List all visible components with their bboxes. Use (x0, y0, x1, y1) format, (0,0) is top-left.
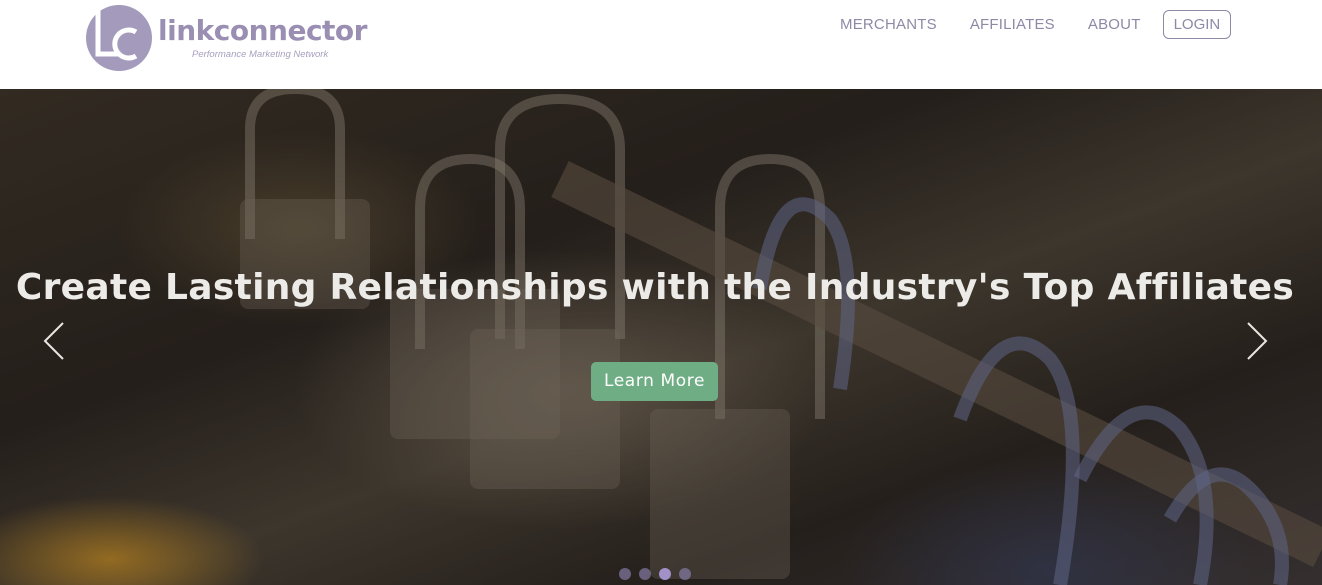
logo[interactable]: linkconnector Performance Marketing Netw… (84, 2, 367, 74)
carousel-dot-2[interactable] (639, 568, 651, 580)
chevron-right-icon[interactable] (1245, 321, 1269, 361)
carousel-dot-4[interactable] (679, 568, 691, 580)
carousel-dot-3[interactable] (659, 568, 671, 580)
nav-merchants[interactable]: MERCHANTS (840, 16, 937, 33)
logo-tagline: Performance Marketing Network (192, 49, 329, 60)
nav-affiliates[interactable]: AFFILIATES (970, 16, 1055, 33)
nav-about[interactable]: ABOUT (1088, 16, 1141, 33)
hero-overlay (0, 89, 1322, 585)
logo-monogram-icon (86, 5, 152, 71)
main-nav: MERCHANTS AFFILIATES ABOUT LOGIN (840, 10, 1232, 39)
carousel-dot-1[interactable] (619, 568, 631, 580)
chevron-left-icon[interactable] (42, 321, 66, 361)
login-button[interactable]: LOGIN (1162, 10, 1232, 39)
site-header: linkconnector Performance Marketing Netw… (0, 0, 1322, 89)
carousel-indicators (619, 568, 699, 580)
logo-wordmark: linkconnector (158, 14, 367, 47)
hero-headline: Create Lasting Relationships with the In… (15, 267, 1295, 308)
hero-carousel: Create Lasting Relationships with the In… (0, 89, 1322, 585)
learn-more-button[interactable]: Learn More (591, 362, 718, 401)
